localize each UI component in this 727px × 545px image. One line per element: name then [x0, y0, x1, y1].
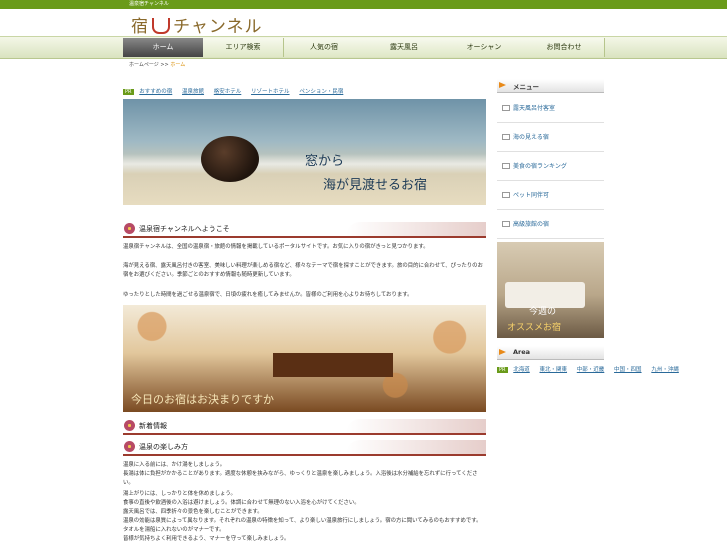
sidebar-menu-heading: メニュー: [497, 79, 604, 93]
area-link[interactable]: 九州・沖縄: [651, 367, 679, 373]
sidebar-item[interactable]: ペット同伴可: [497, 181, 604, 210]
section-heading-news: 新着情報: [123, 419, 486, 435]
feature-line-2: オススメお宿: [507, 323, 562, 333]
top-bar-text: 温泉宿チャンネル: [129, 1, 169, 7]
link-icon: [502, 105, 510, 111]
section-heading-tips: 温泉の楽しみ方: [123, 440, 486, 456]
sidebar-item[interactable]: 海の見える宿: [497, 123, 604, 152]
area-link[interactable]: 北海道: [513, 367, 530, 373]
link-icon: [502, 163, 510, 169]
arrow-icon: [499, 349, 506, 355]
nav-item-popular[interactable]: 人気の宿: [284, 38, 365, 57]
breadcrumb-home[interactable]: ホームページ: [129, 62, 159, 68]
pr-link[interactable]: ペンション・民宿: [299, 89, 343, 95]
banner-text: 今日のお宿はお決まりですか: [131, 393, 274, 406]
sidebar-item[interactable]: 露天風呂付客室: [497, 94, 604, 123]
nav-item-home[interactable]: ホーム: [123, 38, 204, 57]
pr-link[interactable]: 温泉旅館: [182, 89, 204, 95]
heading-swoosh-decoration: [346, 222, 486, 236]
nav-item-contact[interactable]: お問合わせ: [524, 38, 605, 57]
nav-item-ocean[interactable]: オーシャン: [444, 38, 525, 57]
breadcrumb: ホームページ >> ホーム: [129, 61, 185, 68]
banner-line-1: 窓から: [305, 154, 345, 169]
section-heading-label: 新着情報: [139, 422, 167, 430]
pr-badge: PR: [497, 367, 508, 373]
area-link[interactable]: 東北・関東: [540, 367, 568, 373]
area-link[interactable]: 中部・近畿: [577, 367, 605, 373]
sidebar-item[interactable]: 高級旅館の宿: [497, 210, 604, 239]
pr-badge: PR: [123, 89, 134, 95]
section-heading-label: 温泉の楽しみ方: [139, 443, 188, 451]
flower-icon: [124, 441, 135, 452]
hot-spring-icon: [152, 18, 170, 34]
top-bar: 温泉宿チャンネル: [0, 0, 727, 9]
logo-text-after: チャンネル: [173, 17, 263, 37]
area-link[interactable]: 中国・四国: [614, 367, 642, 373]
tip-line: 湯上がりには、しっかりと体を休めましょう。: [123, 491, 236, 497]
sidebar-item-label: ペット同伴可: [513, 192, 550, 199]
coconut-image: [201, 136, 259, 182]
tip-line: 温泉の効能は泉質によって異なります。それぞれの温泉の特徴を知って、より楽しい温泉…: [123, 518, 482, 524]
link-icon: [502, 221, 510, 227]
link-icon: [502, 192, 510, 198]
logo-text-before: 宿: [131, 17, 149, 37]
heading-swoosh-decoration: [346, 419, 486, 433]
nav-item-area[interactable]: エリア検索: [203, 38, 284, 57]
breadcrumb-current: ホーム: [170, 62, 186, 68]
main-nav: ホーム エリア検索 人気の宿 露天風呂 オーシャン お問合わせ: [0, 36, 727, 59]
weekly-recommendation-banner[interactable]: 今週の オススメお宿: [497, 242, 604, 338]
site-logo[interactable]: 宿 チャンネル: [131, 12, 263, 37]
ocean-view-banner[interactable]: 窓から 海が見渡せるお宿: [123, 99, 486, 205]
flower-icon: [124, 420, 135, 431]
pr-link[interactable]: 格安ホテル: [214, 89, 242, 95]
tip-line: 皆様が気持ちよく利用できるよう、マナーを守って楽しみましょう。: [123, 536, 290, 542]
area-links: PR 北海道 東北・関東 中部・近畿 中国・四国 九州・沖縄: [497, 365, 687, 373]
section-heading-welcome: 温泉宿チャンネルへようこそ: [123, 222, 486, 238]
pr-links: PR おすすめの宿 温泉旅館 格安ホテル リゾートホテル ペンション・民宿: [123, 87, 351, 95]
pr-link[interactable]: おすすめの宿: [139, 89, 172, 95]
heading-swoosh-decoration: [346, 440, 486, 454]
flower-icon: [124, 223, 135, 234]
sidebar-item-label: 美食の宿ランキング: [513, 163, 567, 170]
link-icon: [502, 134, 510, 140]
tip-line: 温泉に入る前には、かけ湯をしましょう。: [123, 462, 226, 468]
tip-line: 露天風呂では、四季折々の景色を楽しむことができます。: [123, 509, 263, 515]
sidebar-area-heading: Area: [497, 346, 604, 360]
section-heading-label: 温泉宿チャンネルへようこそ: [139, 225, 230, 233]
sidebar-item[interactable]: 美食の宿ランキング: [497, 152, 604, 181]
breadcrumb-separator: >>: [160, 62, 169, 68]
tip-line: タオルを湯船に入れないのがマナーです。: [123, 527, 225, 533]
table-image: [273, 353, 393, 377]
sidebar-item-label: 高級旅館の宿: [513, 221, 550, 228]
feature-line-1: 今週の: [529, 307, 557, 317]
nav-item-rotenburo[interactable]: 露天風呂: [364, 38, 445, 57]
sidebar-heading-label: Area: [513, 348, 531, 356]
tip-line: 食事の直後や飲酒後の入浴は避けましょう。体調に合わせて無理のない入浴を心がけてく…: [123, 500, 360, 506]
tip-line: 長湯は体に負担がかかることがあります。適度な休憩を挟みながら、ゆっくりと温泉を楽…: [123, 471, 478, 486]
sidebar-item-label: 露天風呂付客室: [513, 105, 556, 112]
pr-link[interactable]: リゾートホテル: [251, 89, 290, 95]
arrow-icon: [499, 82, 506, 88]
paragraph: 海が見える宿、露天風呂付きの客室、美味しい料理が楽しめる宿など、様々なテーマで宿…: [123, 263, 483, 278]
banner-line-2: 海が見渡せるお宿: [323, 178, 428, 193]
paragraph: ゆったりとした時間を過ごせる温泉宿で、日頃の疲れを癒してみませんか。皆様のご利用…: [123, 292, 413, 298]
sidebar-item-label: 海の見える宿: [513, 134, 549, 141]
paragraph: 温泉宿チャンネルは、全国の温泉宿・旅館の情報を掲載しているポータルサイトです。お…: [123, 244, 429, 250]
decided-inn-banner[interactable]: 今日のお宿はお決まりですか: [123, 305, 486, 412]
sidebar-heading-label: メニュー: [513, 83, 539, 91]
